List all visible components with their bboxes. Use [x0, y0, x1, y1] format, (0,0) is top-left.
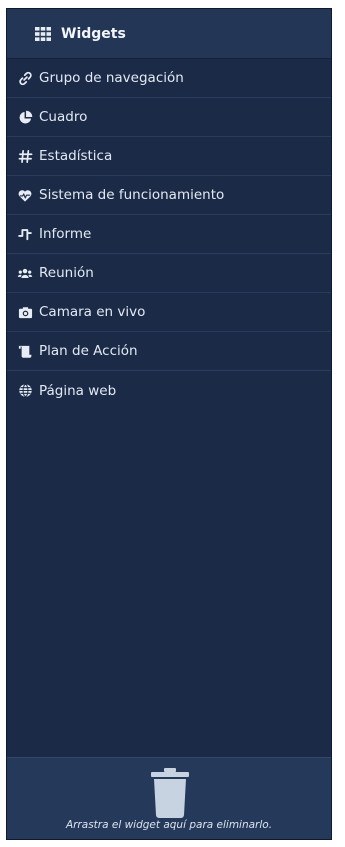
- widget-item-grupo-de-navegacion[interactable]: Grupo de navegación: [7, 59, 331, 98]
- trash-icon: [151, 768, 189, 818]
- widget-item-camara-en-vivo[interactable]: Camara en vivo: [7, 293, 331, 332]
- grid-icon: [35, 26, 51, 41]
- link-icon: [17, 70, 33, 86]
- widget-item-reunion[interactable]: Reunión: [7, 254, 331, 293]
- hashtag-icon: [17, 148, 33, 164]
- widget-label: Camara en vivo: [39, 304, 146, 320]
- heartbeat-icon: [17, 187, 33, 203]
- trash-drop-zone[interactable]: Arrastra el widget aquí para eliminarlo.: [7, 757, 331, 839]
- widgets-header: Widgets: [7, 9, 331, 59]
- widget-item-plan-de-accion[interactable]: Plan de Acción: [7, 332, 331, 371]
- scroll-icon: [17, 343, 33, 359]
- widget-item-estadistica[interactable]: Estadística: [7, 137, 331, 176]
- widget-item-cuadro[interactable]: Cuadro: [7, 98, 331, 137]
- trash-hint: Arrastra el widget aquí para eliminarlo.: [65, 819, 273, 831]
- widgets-title: Widgets: [61, 25, 126, 42]
- widget-label: Informe: [39, 226, 92, 242]
- widget-label: Sistema de funcionamiento: [39, 187, 225, 203]
- pie-chart-icon: [17, 109, 33, 125]
- widget-label: Cuadro: [39, 109, 88, 125]
- globe-icon: [17, 383, 33, 399]
- waveform-icon: [17, 226, 33, 242]
- widget-item-pagina-web[interactable]: Página web: [7, 371, 331, 410]
- widget-label: Reunión: [39, 265, 94, 281]
- widget-label: Grupo de navegación: [39, 70, 184, 86]
- widgets-panel: Widgets Grupo de navegación Cuadro Estad…: [6, 8, 332, 840]
- widget-item-sistema-de-funcionamiento[interactable]: Sistema de funcionamiento: [7, 176, 331, 215]
- widget-item-informe[interactable]: Informe: [7, 215, 331, 254]
- users-icon: [17, 265, 33, 281]
- camera-icon: [17, 304, 33, 320]
- widget-label: Estadística: [39, 148, 113, 164]
- widget-label: Página web: [39, 382, 117, 399]
- widget-list: Grupo de navegación Cuadro Estadística S…: [7, 59, 331, 410]
- widget-label: Plan de Acción: [39, 343, 138, 359]
